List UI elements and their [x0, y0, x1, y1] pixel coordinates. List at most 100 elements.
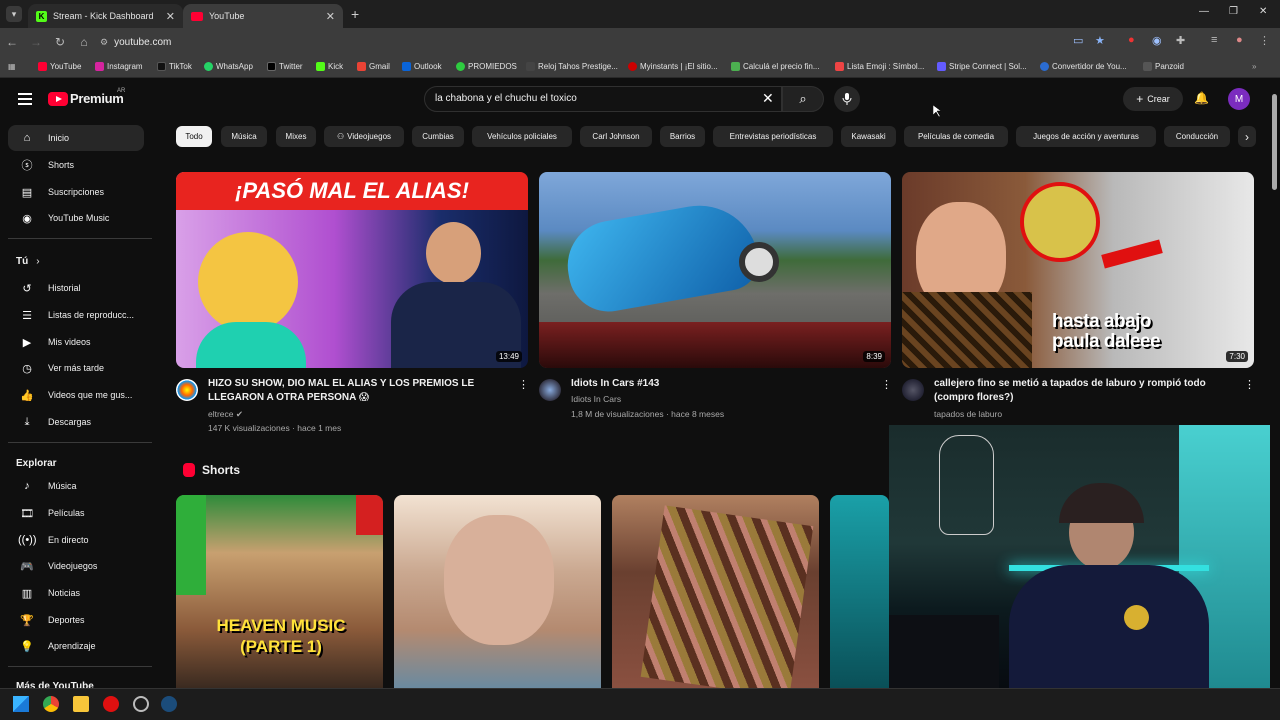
- tab-search-button[interactable]: ▾: [6, 6, 22, 22]
- sidebar-item-inicio[interactable]: ⌂ Inicio: [8, 125, 144, 151]
- chip-conduccion[interactable]: Conducción: [1164, 126, 1230, 147]
- bookmark-promiedos[interactable]: PROMIEDOS: [456, 62, 517, 71]
- video-thumbnail[interactable]: 8:39: [539, 172, 891, 368]
- chrome-icon[interactable]: [43, 696, 59, 712]
- video-title[interactable]: callejero fino se metió a tapados de lab…: [934, 377, 1234, 405]
- sidebar-item-aprendizaje[interactable]: 💡 Aprendizaje: [8, 633, 144, 659]
- bookmark-gmail[interactable]: Gmail: [357, 62, 390, 71]
- extensions-puzzle-icon[interactable]: ✚: [1176, 34, 1185, 47]
- cast-icon[interactable]: ▭: [1073, 34, 1083, 47]
- steam-icon[interactable]: [161, 696, 177, 712]
- url-field[interactable]: ⚙ youtube.com: [100, 37, 171, 48]
- profile-icon[interactable]: ●: [1236, 34, 1243, 46]
- bookmark-youtube[interactable]: YouTube: [38, 62, 81, 71]
- bookmark-outlook[interactable]: Outlook: [402, 62, 442, 71]
- short-thumbnail[interactable]: [612, 495, 819, 688]
- window-close-icon[interactable]: ✕: [1259, 6, 1267, 17]
- sidebar-item-historial[interactable]: ↺ Historial: [8, 275, 144, 301]
- more-options-icon[interactable]: ⋮: [881, 378, 892, 391]
- channel-name[interactable]: eltrece ✔: [208, 407, 243, 421]
- extension-icon[interactable]: ●: [1128, 34, 1135, 46]
- clear-search-icon[interactable]: ✕: [762, 90, 774, 107]
- short-thumbnail[interactable]: [394, 495, 601, 688]
- bookmark-calcula[interactable]: Calculá el precio fin...: [731, 62, 819, 71]
- bookmark-emoji[interactable]: Lista Emoji : Símbol...: [835, 62, 924, 71]
- channel-name[interactable]: Idiots In Cars: [571, 392, 621, 406]
- media-control-icon[interactable]: ≡: [1211, 34, 1217, 46]
- video-title[interactable]: Idiots In Cars #143: [571, 377, 871, 391]
- chip-juegos-accion[interactable]: Juegos de acción y aventuras: [1016, 126, 1156, 147]
- video-thumbnail[interactable]: hasta abajo paula daleee 7:30: [902, 172, 1254, 368]
- home-icon[interactable]: ⌂: [72, 35, 96, 49]
- chip-todo[interactable]: Todo: [176, 126, 212, 147]
- video-thumbnail[interactable]: ¡PASÓ MAL EL ALIAS! 13:49: [176, 172, 528, 368]
- sidebar-item-mis-videos[interactable]: ▶ Mis videos: [8, 329, 144, 355]
- bookmark-panzoid[interactable]: Panzoid: [1143, 62, 1184, 71]
- sidebar-item-shorts[interactable]: ⓢ Shorts: [8, 152, 144, 178]
- site-info-icon[interactable]: ⚙: [100, 37, 108, 48]
- chip-kawasaki[interactable]: Kawasaki: [841, 126, 896, 147]
- sidebar-item-noticias[interactable]: ▥ Noticias: [8, 580, 144, 606]
- back-icon[interactable]: ←: [0, 35, 24, 49]
- restore-icon[interactable]: ❐: [1229, 6, 1238, 17]
- chip-carl-johnson[interactable]: Carl Johnson: [580, 126, 652, 147]
- more-options-icon[interactable]: ⋮: [518, 378, 529, 391]
- sidebar-item-videojuegos[interactable]: 🎮 Videojuegos: [8, 553, 144, 579]
- forward-icon[interactable]: →: [24, 35, 48, 49]
- sidebar-item-deportes[interactable]: 🏆 Deportes: [8, 607, 144, 633]
- youtube-premium-logo[interactable]: Premium: [70, 91, 124, 106]
- bookmark-tiktok[interactable]: TikTok: [157, 62, 192, 71]
- bookmark-kick[interactable]: Kick: [316, 62, 343, 71]
- sidebar-item-suscripciones[interactable]: ▤ Suscripciones: [8, 179, 144, 205]
- apps-icon[interactable]: ▦: [8, 62, 16, 71]
- video-title[interactable]: HIZO SU SHOW, DIO MAL EL ALIAS Y LOS PRE…: [208, 377, 508, 405]
- minimize-icon[interactable]: —: [1199, 6, 1209, 17]
- chip-barrios[interactable]: Barrios: [660, 126, 705, 147]
- bookmark-whatsapp[interactable]: WhatsApp: [204, 62, 253, 71]
- short-thumbnail[interactable]: HEAVEN MUSIC (PARTE 1): [176, 495, 383, 688]
- sidebar-item-peliculas[interactable]: 🎞 Películas: [8, 500, 144, 526]
- chip-musica[interactable]: Música: [221, 126, 267, 147]
- short-thumbnail[interactable]: [830, 495, 889, 688]
- windows-start-icon[interactable]: [13, 696, 29, 712]
- chips-next-button[interactable]: ›: [1238, 126, 1256, 147]
- tab-youtube[interactable]: YouTube ✕: [183, 4, 343, 28]
- obs-icon[interactable]: [133, 696, 149, 712]
- channel-avatar[interactable]: [176, 379, 198, 401]
- channel-avatar[interactable]: [539, 379, 561, 401]
- channel-avatar[interactable]: [902, 379, 924, 401]
- chip-entrevistas[interactable]: Entrevistas periodísticas: [713, 126, 833, 147]
- youtube-app-icon[interactable]: [103, 696, 119, 712]
- bookmark-star-icon[interactable]: ★: [1095, 34, 1105, 47]
- new-tab-icon[interactable]: +: [351, 6, 359, 22]
- sidebar-item-youtube-music[interactable]: ◉ YouTube Music: [8, 205, 144, 231]
- sidebar-item-musica[interactable]: ♪ Música: [8, 473, 144, 499]
- bookmark-instagram[interactable]: Instagram: [95, 62, 143, 71]
- close-icon[interactable]: ✕: [326, 10, 335, 23]
- search-input[interactable]: la chabona y el chuchu el toxico: [424, 86, 782, 112]
- close-icon[interactable]: ✕: [166, 10, 175, 23]
- voice-search-button[interactable]: [834, 86, 860, 112]
- bookmark-stripe[interactable]: Stripe Connect | Sol...: [937, 62, 1027, 71]
- bookmark-twitter[interactable]: Twitter: [267, 62, 303, 71]
- youtube-logo-icon[interactable]: [48, 92, 68, 106]
- more-bookmarks-icon[interactable]: »: [1252, 62, 1256, 71]
- create-button[interactable]: + Crear: [1123, 87, 1183, 111]
- chip-cumbias[interactable]: Cumbias: [412, 126, 464, 147]
- bookmark-reloj[interactable]: Reloj Tahos Prestige...: [526, 62, 618, 71]
- avatar[interactable]: M: [1228, 88, 1250, 110]
- sidebar-item-descargas[interactable]: ⤓ Descargas: [8, 409, 144, 435]
- menu-icon[interactable]: ⋮: [1259, 34, 1270, 47]
- hamburger-menu-icon[interactable]: [18, 93, 32, 108]
- bookmark-convertidor[interactable]: Convertidor de You...: [1040, 62, 1127, 71]
- notifications-bell-icon[interactable]: 🔔: [1194, 91, 1209, 105]
- more-options-icon[interactable]: ⋮: [1244, 378, 1255, 391]
- search-button[interactable]: ⌕: [782, 86, 824, 112]
- chip-vehiculos-policiales[interactable]: Vehículos policiales: [472, 126, 572, 147]
- sidebar-item-ver-mas-tarde[interactable]: ◷ Ver más tarde: [8, 355, 144, 381]
- sidebar-item-videos-me-gustan[interactable]: 👍 Videos que me gus...: [8, 382, 144, 408]
- chip-videojuegos[interactable]: ⚇ Videojuegos: [324, 126, 404, 147]
- channel-name[interactable]: tapados de laburo: [934, 407, 1002, 421]
- reload-icon[interactable]: ↻: [48, 35, 72, 49]
- scrollbar-thumb[interactable]: [1272, 94, 1277, 190]
